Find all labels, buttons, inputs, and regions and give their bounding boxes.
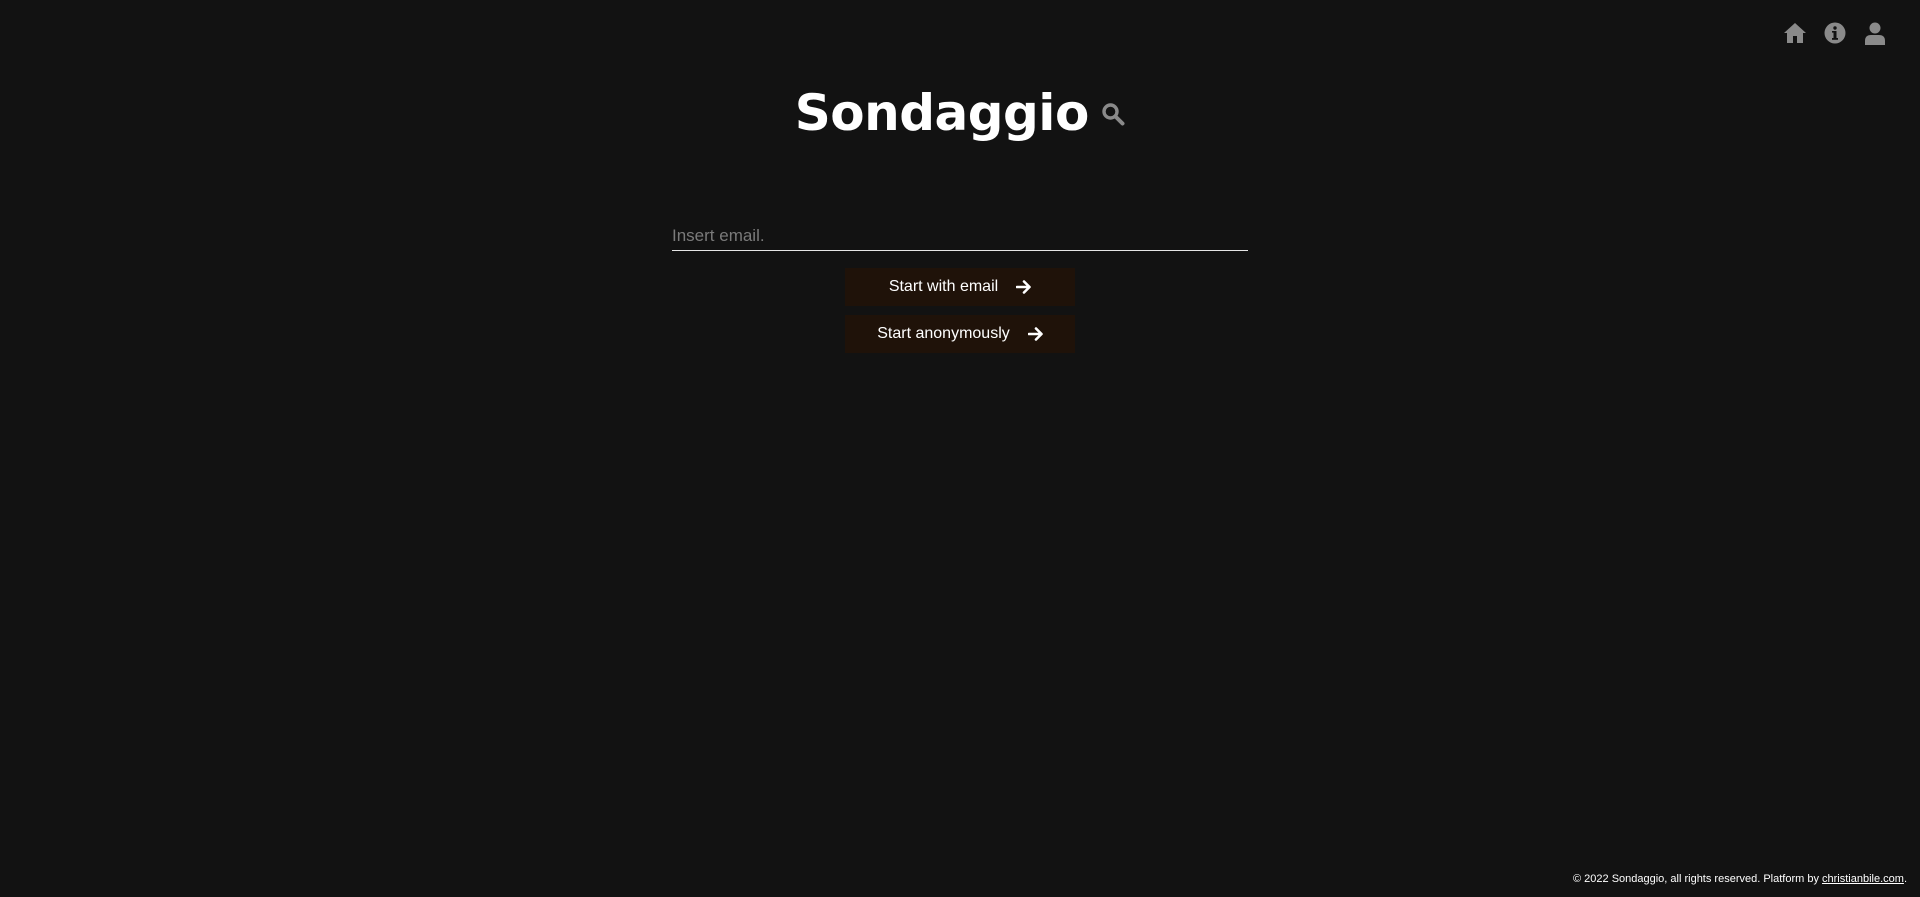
user-button[interactable] bbox=[1862, 20, 1888, 46]
footer: © 2022 Sondaggio, all rights reserved. P… bbox=[1573, 873, 1907, 885]
email-field-wrapper bbox=[672, 224, 1248, 251]
footer-link[interactable]: christianbile.com bbox=[1822, 873, 1904, 885]
start-with-email-label: Start with email bbox=[888, 278, 999, 295]
start-anonymously-button[interactable]: Start anonymously bbox=[845, 315, 1075, 353]
page-title: Sondaggio bbox=[794, 84, 1090, 142]
start-anonymously-label: Start anonymously bbox=[877, 325, 1010, 342]
top-navigation bbox=[1782, 20, 1888, 46]
footer-trailing: . bbox=[1903, 873, 1907, 885]
home-icon bbox=[1784, 23, 1806, 43]
info-icon bbox=[1824, 22, 1846, 44]
start-with-email-button[interactable]: Start with email bbox=[845, 268, 1075, 306]
footer-copyright: © 2022 Sondaggio, all rights reserved. P… bbox=[1573, 873, 1823, 885]
email-input[interactable] bbox=[672, 224, 1248, 251]
brand-header: Sondaggio bbox=[0, 84, 1920, 142]
arrow-right-icon bbox=[1016, 280, 1031, 294]
arrow-right-icon bbox=[1027, 327, 1043, 341]
user-icon bbox=[1865, 22, 1885, 45]
search-icon bbox=[1101, 102, 1125, 131]
home-button[interactable] bbox=[1782, 20, 1808, 46]
info-button[interactable] bbox=[1822, 20, 1848, 46]
